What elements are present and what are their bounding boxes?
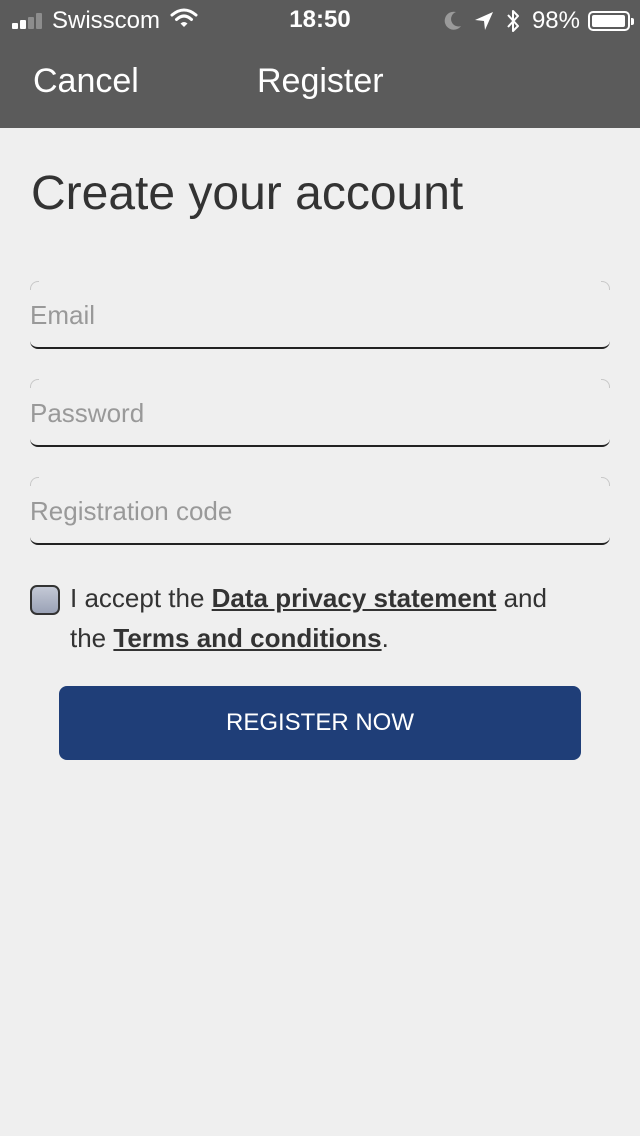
nav-title: Register (257, 62, 384, 100)
status-bar: Swisscom 18:50 98% (0, 0, 640, 40)
page-title: Create your account (31, 167, 464, 220)
privacy-statement-link[interactable]: Data privacy statement (212, 583, 497, 613)
registration-code-field-container (30, 477, 610, 545)
email-field[interactable] (30, 297, 590, 333)
register-now-button[interactable]: REGISTER NOW (59, 686, 581, 760)
terms-conditions-link[interactable]: Terms and conditions (113, 623, 381, 653)
bluetooth-icon (506, 9, 520, 33)
consent-text-before: I accept the (70, 583, 212, 613)
password-field[interactable] (30, 395, 590, 431)
status-bar-right: 98% (432, 6, 634, 36)
consent-text-after: . (381, 623, 389, 653)
battery-icon (588, 11, 634, 31)
consent-text: I accept the Data privacy statement and … (70, 578, 590, 658)
battery-percent: 98% (531, 7, 580, 34)
accept-terms-checkbox[interactable] (30, 585, 60, 615)
location-arrow-icon (474, 11, 494, 31)
battery-level-fill (592, 15, 626, 27)
moon-icon (444, 11, 462, 31)
cancel-button[interactable]: Cancel (33, 62, 139, 101)
registration-code-field[interactable] (30, 493, 590, 529)
top-bar: Swisscom 18:50 98% Cancel Register (0, 0, 640, 128)
password-field-container (30, 379, 610, 447)
email-field-container (30, 281, 610, 349)
